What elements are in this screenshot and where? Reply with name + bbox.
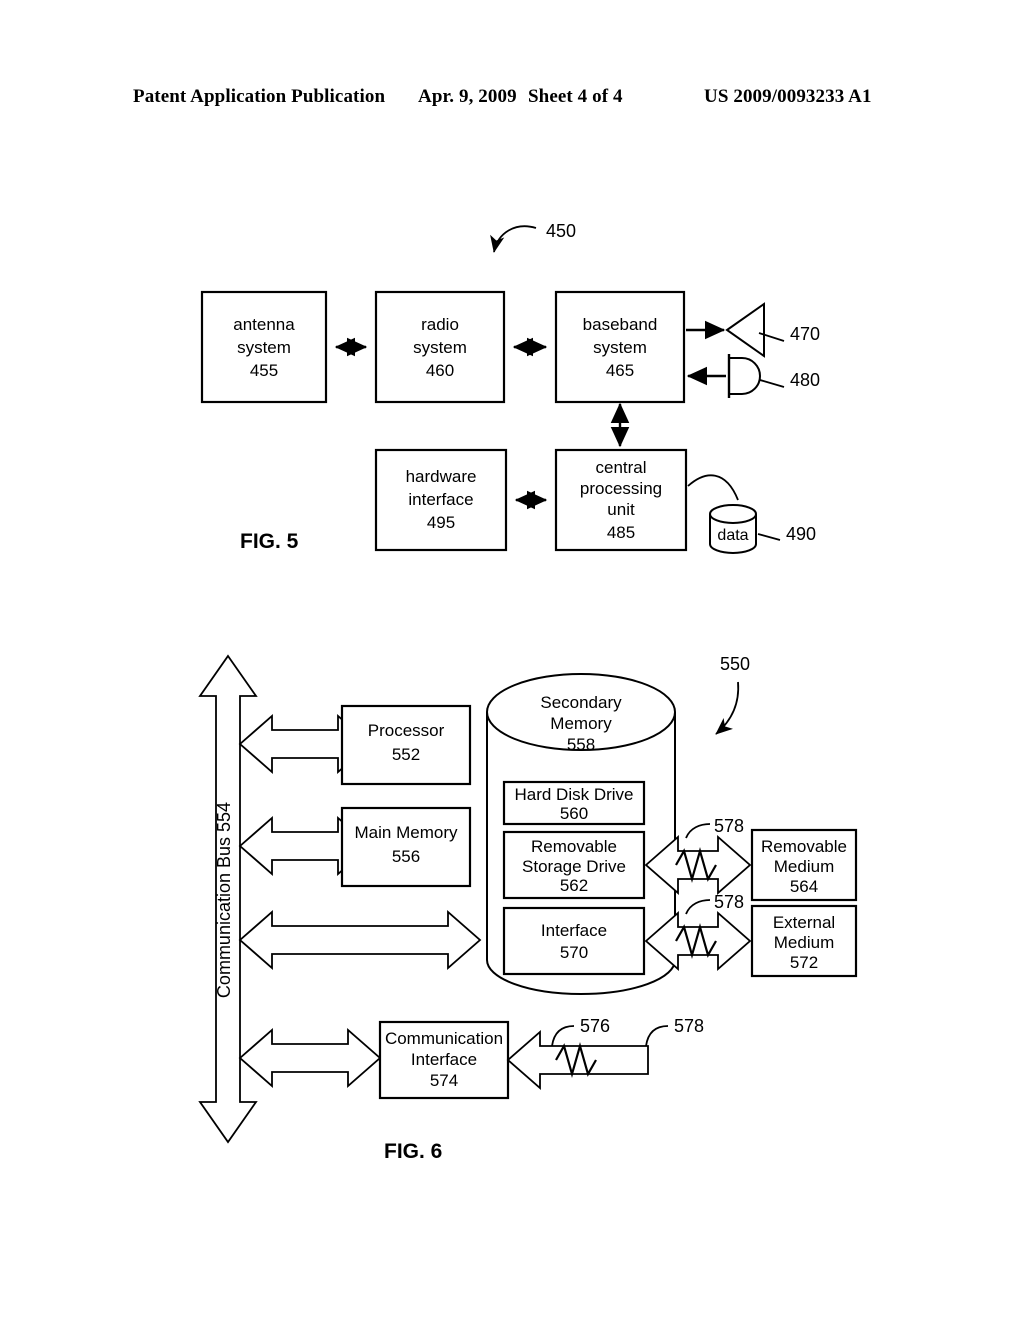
hardware-interface-ref: 495 (427, 513, 455, 532)
cpu-line2: processing (580, 479, 662, 498)
processor-ref: 552 (392, 745, 420, 764)
antenna-system-ref: 455 (250, 361, 278, 380)
figure6-caption: FIG. 6 (384, 1140, 442, 1163)
interface-line1: Interface (541, 921, 607, 940)
hardware-interface-line1: hardware (406, 467, 477, 486)
figure5-reference-leader: 450 (490, 221, 576, 253)
block-communication-interface: Communication Interface 574 (378, 1020, 510, 1100)
block-removable-storage-drive: Removable Storage Drive 562 (502, 830, 646, 900)
communication-bus-label: Communication Bus 554 (214, 802, 234, 998)
block-processor: Processor 552 (340, 704, 472, 786)
communication-interface-line1: Communication (385, 1029, 503, 1048)
processor-line1: Processor (368, 721, 445, 740)
removable-storage-drive-line2: Storage Drive (522, 857, 626, 876)
external-medium-line2: Medium (774, 933, 834, 952)
data-store-label: data (717, 527, 748, 544)
data-store-reference-label: 490 (786, 524, 816, 544)
cpu-ref: 485 (607, 523, 635, 542)
figure5-caption: FIG. 5 (240, 530, 299, 553)
external-path-reference-label: 578 (714, 892, 744, 912)
external-medium-ref: 572 (790, 953, 818, 972)
main-memory-ref: 556 (392, 847, 420, 866)
baseband-system-line2: system (593, 338, 647, 357)
cpu-line1: central (595, 458, 646, 477)
secondary-memory-line1: Secondary (540, 693, 622, 712)
block-external-medium: External Medium 572 (750, 904, 858, 978)
microphone-reference-label: 480 (790, 370, 820, 390)
communication-signal-reference-label: 578 (674, 1016, 704, 1036)
block-radio-system: radio system 460 (374, 290, 506, 404)
hard-disk-drive-ref: 560 (560, 804, 588, 823)
baseband-system-line1: baseband (583, 315, 658, 334)
communication-bus: Communication Bus 554 (198, 654, 258, 1144)
secondary-memory-line2: Memory (550, 714, 612, 733)
microphone-icon: 480 (686, 354, 820, 398)
communication-interface-line2: Interface (411, 1050, 477, 1069)
radio-system-line1: radio (421, 315, 459, 334)
removable-path-reference-label: 578 (714, 816, 744, 836)
patent-figures: 450 antenna system 455 radio system 460 … (198, 221, 858, 1163)
block-hard-disk-drive: Hard Disk Drive 560 (502, 780, 646, 826)
block-baseband-system: baseband system 465 (554, 290, 686, 404)
communication-interface-ref: 574 (430, 1071, 458, 1090)
figure6-reference-label: 550 (720, 654, 750, 674)
cpu-line3: unit (607, 500, 635, 519)
secondary-memory-ref: 558 (567, 735, 595, 754)
hard-disk-drive-line1: Hard Disk Drive (514, 785, 633, 804)
figure6-reference-leader: 550 (715, 654, 750, 735)
speaker-icon: 470 (686, 302, 820, 358)
communication-channel: 576 578 (506, 1016, 704, 1090)
data-store-icon: data 490 (687, 474, 816, 554)
removable-storage-drive-ref: 562 (560, 876, 588, 895)
removable-medium-line1: Removable (761, 837, 847, 856)
radio-system-line2: system (413, 338, 467, 357)
connector-bus-secondary-memory (238, 910, 482, 970)
antenna-system-line1: antenna (233, 315, 295, 334)
figure5-reference-label: 450 (546, 221, 576, 241)
antenna-system-line2: system (237, 338, 291, 357)
block-interface: Interface 570 (502, 906, 646, 976)
radio-system-ref: 460 (426, 361, 454, 380)
figure-6-group: 550 Communication Bus 554 Processor 552 … (198, 654, 858, 1163)
removable-medium-ref: 564 (790, 877, 818, 896)
block-antenna-system: antenna system 455 (200, 290, 328, 404)
main-memory-line1: Main Memory (355, 823, 458, 842)
block-central-processing-unit: central processing unit 485 (554, 448, 688, 552)
connector-bus-communication-interface (238, 1028, 382, 1088)
block-removable-medium: Removable Medium 564 (750, 828, 858, 902)
hardware-interface-line2: interface (408, 490, 473, 509)
speaker-reference-label: 470 (790, 324, 820, 344)
figure-5-group: 450 antenna system 455 radio system 460 … (200, 221, 820, 554)
block-main-memory: Main Memory 556 (340, 806, 472, 888)
baseband-system-ref: 465 (606, 361, 634, 380)
removable-medium-line2: Medium (774, 857, 834, 876)
block-hardware-interface: hardware interface 495 (374, 448, 508, 552)
external-medium-line1: External (773, 913, 835, 932)
removable-storage-drive-line1: Removable (531, 837, 617, 856)
interface-ref: 570 (560, 943, 588, 962)
communication-channel-reference-label: 576 (580, 1016, 610, 1036)
